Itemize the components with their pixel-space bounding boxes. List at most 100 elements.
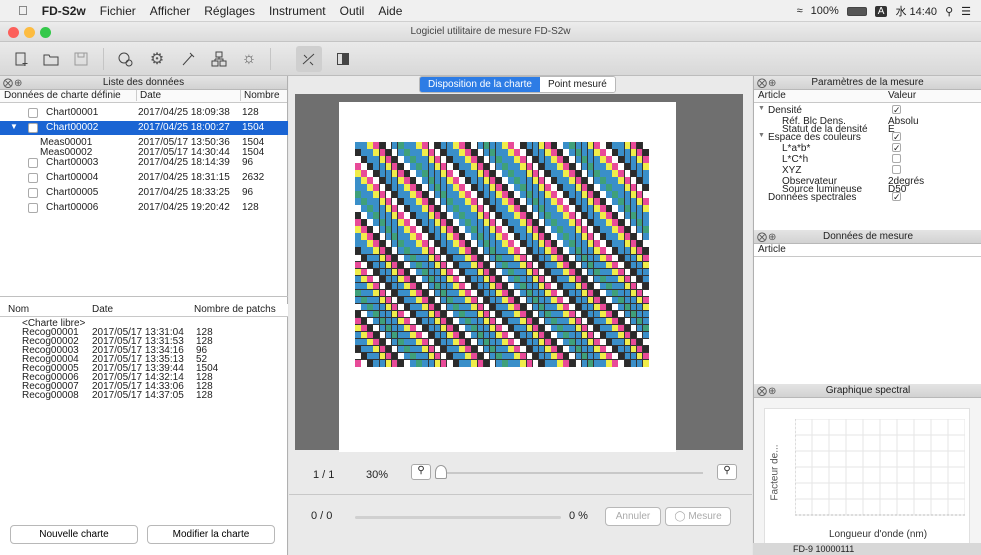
color-settings-icon[interactable] <box>112 46 138 72</box>
color-patch <box>600 310 606 318</box>
color-patch <box>459 156 465 163</box>
color-patch <box>422 184 428 191</box>
disclosure-triangle-icon[interactable]: ▼ <box>758 105 765 112</box>
save-icon[interactable] <box>68 46 94 72</box>
edit-chart-button[interactable]: Modifier la charte <box>147 525 275 544</box>
color-patch <box>477 331 484 339</box>
zoom-window-icon[interactable] <box>40 27 51 38</box>
color-patch <box>483 184 490 191</box>
app-menu[interactable]: FD-S2w <box>42 4 86 18</box>
param-checkbox[interactable]: ✓ <box>892 192 901 202</box>
disclosure-triangle-icon[interactable]: ▼ <box>10 122 18 131</box>
new-chart-button[interactable]: Nouvelle charte <box>10 525 138 544</box>
color-patch <box>538 352 545 360</box>
menu-outil[interactable]: Outil <box>340 4 365 18</box>
color-patch <box>642 310 649 318</box>
color-patch <box>520 240 526 247</box>
color-patch <box>624 240 631 247</box>
measure-settings-icon[interactable] <box>176 46 202 72</box>
color-patch <box>379 142 386 149</box>
color-patch <box>465 352 471 360</box>
battery-icon[interactable] <box>846 6 867 16</box>
cancel-button[interactable]: Annuler <box>605 507 661 526</box>
col-chart-name[interactable]: Données de charte définie <box>4 90 121 101</box>
wifi-icon[interactable]: ≈ <box>797 5 803 17</box>
color-patch <box>367 268 373 276</box>
chart-row[interactable]: Chart00004 2017/04/25 18:31:15 2632 <box>0 171 288 185</box>
param-checkbox[interactable] <box>892 154 901 163</box>
search-icon[interactable]: ⚲ <box>945 5 953 18</box>
row-checkbox[interactable] <box>28 108 38 118</box>
param-checkbox[interactable]: ✓ <box>892 143 901 153</box>
row-checkbox[interactable] <box>28 173 38 183</box>
tab-chart-layout[interactable]: Disposition de la charte <box>420 77 540 92</box>
menu-afficher[interactable]: Afficher <box>150 4 190 18</box>
col-recog-date[interactable]: Date <box>92 304 113 315</box>
color-patch <box>532 149 539 156</box>
zoom-slider[interactable] <box>437 472 703 474</box>
close-window-icon[interactable] <box>8 27 19 38</box>
disclosure-triangle-icon[interactable]: ▼ <box>758 132 765 139</box>
color-patch <box>379 324 386 332</box>
param-checkbox[interactable]: ✓ <box>892 105 901 115</box>
color-patch <box>642 163 649 170</box>
chart-row[interactable]: Chart00003 2017/04/25 18:14:39 96 <box>0 156 288 170</box>
brightness-icon[interactable]: ☼ <box>236 46 262 72</box>
color-patch <box>532 219 539 226</box>
color-patch <box>440 345 447 353</box>
recog-row[interactable]: Recog00008 2017/05/17 14:37:05 128 <box>0 390 288 401</box>
layout-icon[interactable] <box>206 46 232 72</box>
color-patch <box>593 170 600 177</box>
menu-fichier[interactable]: Fichier <box>100 4 136 18</box>
panel-icon[interactable] <box>330 46 356 72</box>
chart-row[interactable]: Chart00005 2017/04/25 18:33:25 96 <box>0 186 288 200</box>
color-patch <box>630 345 637 353</box>
panel-close-icon[interactable]: ⨂⊕ <box>757 231 777 245</box>
notification-icon[interactable]: ☰ <box>961 5 971 18</box>
open-folder-icon[interactable] <box>38 46 64 72</box>
menu-aide[interactable]: Aide <box>378 4 402 18</box>
clock[interactable]: 水 14:40 <box>895 3 937 19</box>
param-checkbox[interactable]: ✓ <box>892 132 901 142</box>
col-count[interactable]: Nombre <box>240 90 280 101</box>
zoom-slider-thumb[interactable] <box>435 465 447 479</box>
col-name[interactable]: Nom <box>8 304 29 315</box>
zoom-out-icon[interactable]: ⚲ <box>411 464 431 480</box>
panel-close-icon[interactable]: ⨂⊕ <box>757 385 777 399</box>
param-checkbox[interactable] <box>892 165 901 174</box>
zoom-in-icon[interactable]: ⚲ <box>717 464 737 480</box>
col-patch-count[interactable]: Nombre de patchs <box>194 304 276 315</box>
col-date[interactable]: Date <box>136 90 161 101</box>
row-checkbox[interactable] <box>28 203 38 213</box>
scatter-icon[interactable] <box>296 46 322 72</box>
color-patch <box>416 345 422 353</box>
color-patch <box>410 324 416 332</box>
chart-row[interactable]: Chart00001 2017/04/25 18:09:38 128 <box>0 106 288 120</box>
chart-row[interactable]: Chart00006 2017/04/25 19:20:42 128 <box>0 201 288 215</box>
minimize-window-icon[interactable] <box>24 27 35 38</box>
chart-row[interactable]: ▼ Chart00002 2017/04/25 18:00:27 1504 <box>0 121 288 135</box>
row-checkbox[interactable] <box>28 123 38 133</box>
apple-icon[interactable]:  <box>18 3 28 18</box>
color-patch <box>538 163 545 170</box>
panel-close-icon[interactable]: ⨂⊕ <box>757 77 777 91</box>
color-patch <box>569 275 575 283</box>
row-checkbox[interactable] <box>28 158 38 168</box>
menu-instrument[interactable]: Instrument <box>269 4 326 18</box>
color-patch <box>642 254 649 262</box>
color-patch <box>581 184 588 191</box>
color-patch <box>526 212 533 219</box>
color-patch <box>477 303 484 311</box>
measure-button[interactable]: ◯ Mesure <box>665 507 731 526</box>
color-patch <box>477 149 484 156</box>
gear-icon[interactable]: ⚙ <box>144 46 170 72</box>
input-source-icon[interactable]: A <box>874 5 888 17</box>
row-checkbox[interactable] <box>28 188 38 198</box>
new-file-icon[interactable] <box>8 46 34 72</box>
tab-measured-point[interactable]: Point mesuré <box>539 77 615 92</box>
menu-reglages[interactable]: Réglages <box>204 4 255 18</box>
panel-close-icon[interactable]: ⨂⊕ <box>3 77 23 91</box>
color-patch <box>544 240 551 247</box>
color-patch <box>642 331 649 339</box>
color-patch <box>551 170 557 177</box>
